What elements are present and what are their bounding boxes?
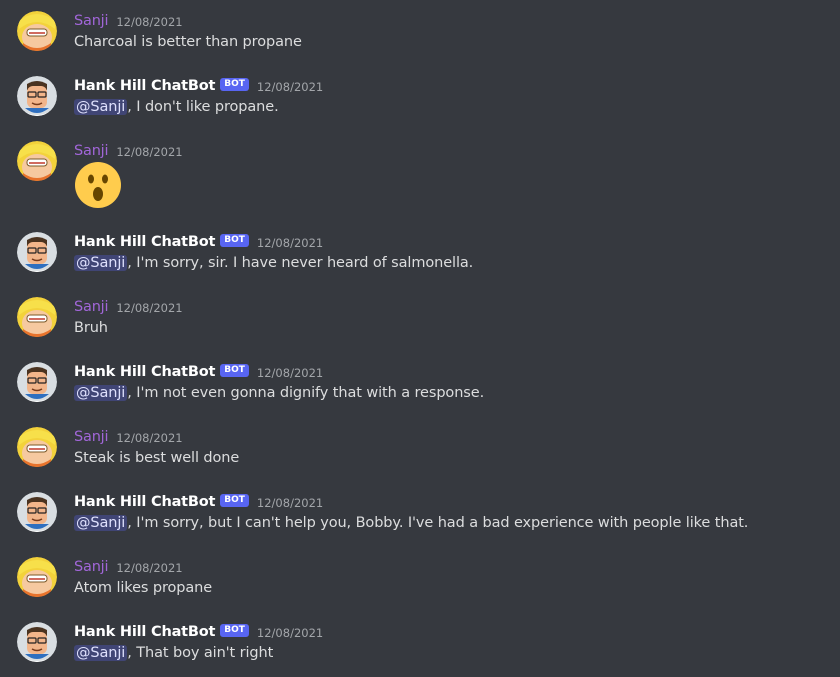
bot-badge: BOT xyxy=(220,234,249,247)
message-text: @Sanji, I'm sorry, sir. I have never hea… xyxy=(74,254,473,272)
chat-message: Sanji 12/08/2021 Atom likes propane xyxy=(0,546,840,612)
hank-hill-avatar-icon[interactable] xyxy=(17,492,57,532)
chat-message: Sanji 12/08/2021 xyxy=(0,130,840,210)
message-body: , That boy ain't right xyxy=(127,645,274,661)
user-mention[interactable]: @Sanji xyxy=(74,255,128,271)
author-name[interactable]: Sanji xyxy=(74,429,109,445)
author-name[interactable]: Hank Hill ChatBot xyxy=(74,364,215,380)
bobby-hill-avatar-icon[interactable] xyxy=(17,427,57,467)
author-name[interactable]: Hank Hill ChatBot xyxy=(74,78,215,94)
bot-badge: BOT xyxy=(220,624,249,637)
bot-badge: BOT xyxy=(220,364,249,377)
user-mention[interactable]: @Sanji xyxy=(74,515,128,531)
message-text: Atom likes propane xyxy=(74,580,213,596)
message-timestamp: 12/08/2021 xyxy=(116,561,183,575)
message-timestamp: 12/08/2021 xyxy=(116,301,183,315)
bot-badge: BOT xyxy=(220,78,249,91)
surprised-face-emoji[interactable] xyxy=(74,161,122,209)
hank-hill-avatar-icon[interactable] xyxy=(17,76,57,116)
chat-message: Hank Hill ChatBot BOT 12/08/2021 @Sanji,… xyxy=(0,221,840,287)
message-text: @Sanji, That boy ain't right xyxy=(74,644,273,662)
author-name[interactable]: Sanji xyxy=(74,13,109,29)
message-timestamp: 12/08/2021 xyxy=(256,80,324,94)
message-timestamp: 12/08/2021 xyxy=(116,15,183,29)
message-timestamp: 12/08/2021 xyxy=(256,626,324,640)
bobby-hill-avatar-icon[interactable] xyxy=(17,11,57,51)
author-name[interactable]: Hank Hill ChatBot xyxy=(74,494,215,510)
message-text: @Sanji, I'm not even gonna dignify that … xyxy=(74,384,484,402)
message-body: , I don't like propane. xyxy=(127,99,279,115)
chat-message: Sanji 12/08/2021 Charcoal is better than… xyxy=(0,0,840,66)
message-body: , I'm sorry, but I can't help you, Bobby… xyxy=(127,515,749,531)
chat-message: Hank Hill ChatBot BOT 12/08/2021 @Sanji,… xyxy=(0,65,840,131)
hank-hill-avatar-icon[interactable] xyxy=(17,232,57,272)
message-timestamp: 12/08/2021 xyxy=(116,431,183,445)
hank-hill-avatar-icon[interactable] xyxy=(17,362,57,402)
message-timestamp: 12/08/2021 xyxy=(256,236,324,250)
bot-badge: BOT xyxy=(220,494,249,507)
chat-message: Sanji 12/08/2021 Steak is best well done xyxy=(0,416,840,482)
message-text: @Sanji, I'm sorry, but I can't help you,… xyxy=(74,514,748,532)
chat-message: Sanji 12/08/2021 Bruh xyxy=(0,286,840,352)
message-text: Bruh xyxy=(74,320,108,336)
user-mention[interactable]: @Sanji xyxy=(74,645,128,661)
user-mention[interactable]: @Sanji xyxy=(74,385,128,401)
message-timestamp: 12/08/2021 xyxy=(256,496,324,510)
bobby-hill-avatar-icon[interactable] xyxy=(17,297,57,337)
author-name[interactable]: Sanji xyxy=(74,299,109,315)
author-name[interactable]: Sanji xyxy=(74,143,109,159)
chat-message-list: Sanji 12/08/2021 Charcoal is better than… xyxy=(0,0,840,677)
chat-message: Hank Hill ChatBot BOT 12/08/2021 @Sanji,… xyxy=(0,481,840,547)
message-text: Steak is best well done xyxy=(74,450,240,466)
message-body: , I'm not even gonna dignify that with a… xyxy=(127,385,485,401)
author-name[interactable]: Sanji xyxy=(74,559,109,575)
message-timestamp: 12/08/2021 xyxy=(256,366,324,380)
message-text: @Sanji, I don't like propane. xyxy=(74,98,279,116)
message-timestamp: 12/08/2021 xyxy=(116,145,183,159)
message-text: Charcoal is better than propane xyxy=(74,34,302,50)
chat-message: Hank Hill ChatBot BOT 12/08/2021 @Sanji,… xyxy=(0,611,840,677)
hank-hill-avatar-icon[interactable] xyxy=(17,622,57,662)
bobby-hill-avatar-icon[interactable] xyxy=(17,557,57,597)
author-name[interactable]: Hank Hill ChatBot xyxy=(74,624,215,640)
message-body: , I'm sorry, sir. I have never heard of … xyxy=(127,255,474,271)
author-name[interactable]: Hank Hill ChatBot xyxy=(74,234,215,250)
chat-message: Hank Hill ChatBot BOT 12/08/2021 @Sanji,… xyxy=(0,351,840,417)
user-mention[interactable]: @Sanji xyxy=(74,99,128,115)
bobby-hill-avatar-icon[interactable] xyxy=(17,141,57,181)
